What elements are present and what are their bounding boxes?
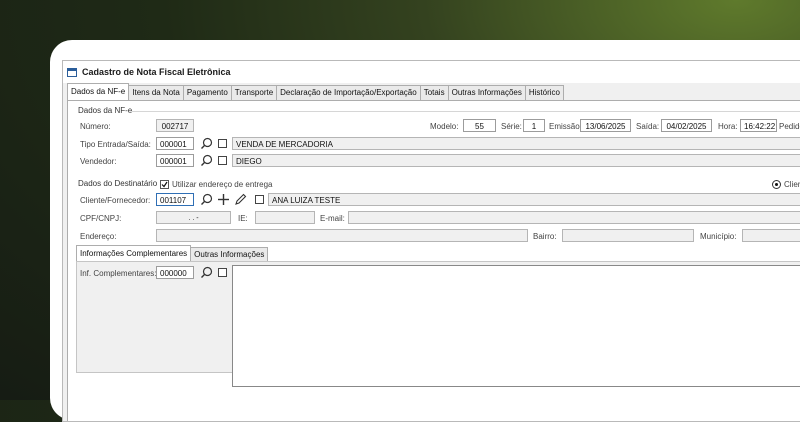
tipo-label: Tipo Entrada/Saída: — [80, 140, 151, 149]
sub-tabs: Informações Complementares Outras Inform… — [76, 245, 269, 262]
vendedor-code-field[interactable]: 000001 — [156, 154, 194, 167]
endereco-label: Endereço: — [80, 232, 117, 241]
group-title-destinatario: Dados do Destinatário — [78, 179, 158, 188]
modelo-field[interactable]: 55 — [463, 119, 496, 132]
tipo-desc-field: VENDA DE MERCADORIA — [232, 137, 800, 150]
bairro-field[interactable] — [562, 229, 694, 242]
tab-transporte[interactable]: Transporte — [230, 85, 278, 100]
saida-field[interactable]: 04/02/2025 — [661, 119, 712, 132]
app-icon — [67, 67, 77, 77]
window-title: Cadastro de Nota Fiscal Eletrônica — [82, 67, 231, 77]
search-icon[interactable] — [200, 266, 213, 279]
ie-field[interactable] — [255, 211, 315, 224]
cliente-code-field[interactable]: 001107 — [156, 193, 194, 206]
inf-complementares-label: Inf. Complementares: — [80, 269, 157, 278]
group-title-nfe: Dados da NF-e — [78, 106, 133, 115]
numero-field[interactable]: 002717 — [156, 119, 194, 132]
tab-outras-informacoes[interactable]: Outras Informações — [447, 85, 526, 100]
checkmark-icon — [161, 181, 168, 188]
email-field[interactable] — [348, 211, 800, 224]
search-icon[interactable] — [200, 154, 213, 167]
ie-label: IE: — [238, 214, 248, 223]
tab-totais[interactable]: Totais — [419, 85, 449, 100]
municipio-field[interactable] — [742, 229, 800, 242]
vendedor-label: Vendedor: — [80, 157, 117, 166]
inf-complementares-checkbox[interactable] — [218, 268, 227, 277]
cpf-field[interactable]: . . - — [156, 211, 231, 224]
tab-content: Dados da NF-e Número: 002717 Modelo: 55 … — [67, 100, 800, 421]
cliente-radio[interactable] — [772, 180, 781, 189]
tab-historico[interactable]: Histórico — [524, 85, 564, 100]
tab-pagamento[interactable]: Pagamento — [182, 85, 232, 100]
cliente-checkbox[interactable] — [255, 195, 264, 204]
edit-pencil-icon[interactable] — [234, 193, 247, 206]
numero-label: Número: — [80, 122, 111, 131]
main-window: Cadastro de Nota Fiscal Eletrônica Dados… — [62, 60, 800, 422]
tipo-checkbox[interactable] — [218, 139, 227, 148]
tipo-code-field[interactable]: 000001 — [156, 137, 194, 150]
tab-dados-nfe[interactable]: Dados da NF-e — [67, 83, 130, 101]
main-tabs: Dados da NF-e Itens da Nota Pagamento Tr… — [67, 83, 564, 101]
tab-itens-nota[interactable]: Itens da Nota — [128, 85, 184, 100]
tab-informacoes-complementares[interactable]: Informações Complementares — [76, 245, 192, 262]
endereco-field[interactable] — [156, 229, 528, 242]
vendedor-name-field: DIEGO — [232, 154, 800, 167]
cliente-label: Cliente/Fornecedor: — [80, 196, 151, 205]
hora-field[interactable]: 16:42:22 — [740, 119, 777, 132]
serie-label: Série: — [501, 122, 522, 131]
hora-label: Hora: — [718, 122, 738, 131]
emissao-label: Emissão: — [549, 122, 582, 131]
tab-declaracao[interactable]: Declaração de Importação/Exportação — [276, 85, 421, 100]
divider — [132, 111, 800, 112]
modelo-label: Modelo: — [430, 122, 459, 131]
title-bar: Cadastro de Nota Fiscal Eletrônica — [63, 61, 800, 83]
pedido-label: Pedido — [779, 122, 800, 131]
emissao-field[interactable]: 13/06/2025 — [580, 119, 631, 132]
vendedor-checkbox[interactable] — [218, 156, 227, 165]
cpf-label: CPF/CNPJ: — [80, 214, 122, 223]
inf-complementares-textarea[interactable] — [232, 265, 800, 387]
use-address-checkbox[interactable] — [160, 180, 169, 189]
email-label: E-mail: — [320, 214, 345, 223]
tab-outras-informacoes-sub[interactable]: Outras Informações — [190, 247, 269, 261]
municipio-label: Município: — [700, 232, 737, 241]
cliente-name-field: ANA LUIZA TESTE — [268, 193, 800, 206]
add-icon[interactable] — [217, 193, 230, 206]
bairro-label: Bairro: — [533, 232, 557, 241]
use-address-label: Utilizar endereço de entrega — [172, 180, 273, 189]
cliente-radio-label: Clien — [784, 180, 800, 189]
search-icon[interactable] — [200, 137, 213, 150]
inf-complementares-code-field[interactable]: 000000 — [156, 266, 194, 279]
search-icon[interactable] — [200, 193, 213, 206]
serie-field[interactable]: 1 — [523, 119, 545, 132]
saida-label: Saída: — [636, 122, 660, 131]
